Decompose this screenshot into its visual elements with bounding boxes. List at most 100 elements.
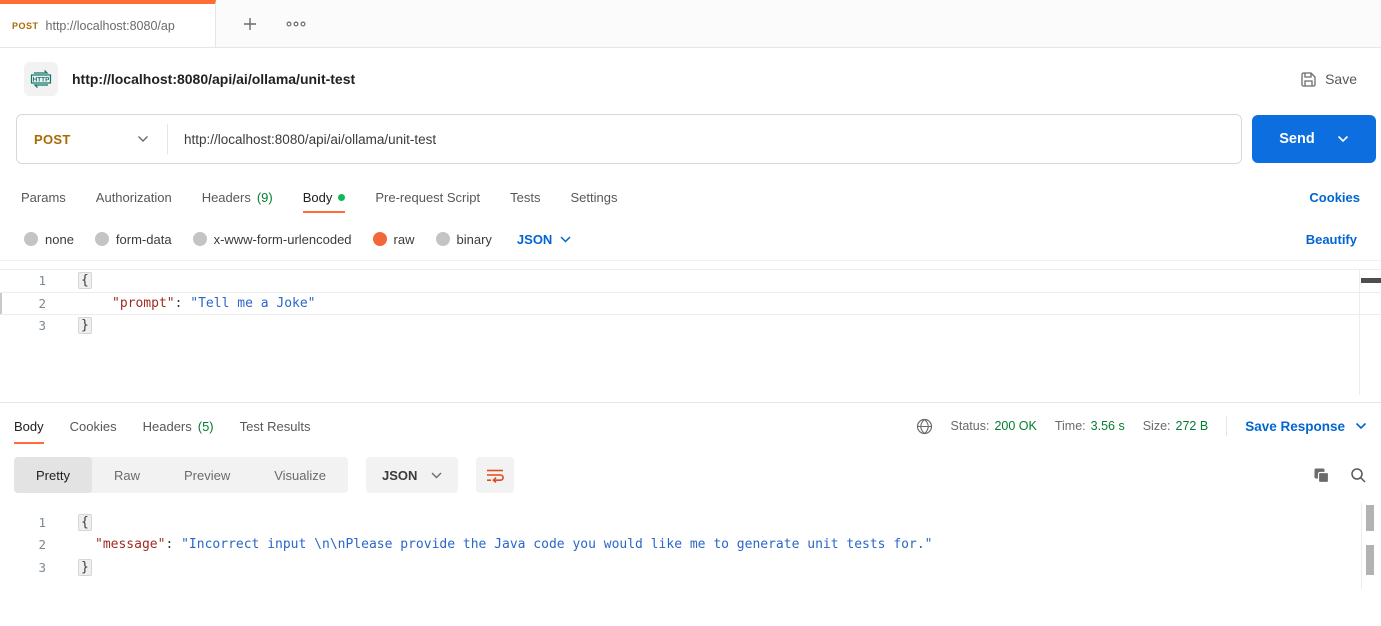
save-icon <box>1300 71 1317 88</box>
radio-icon <box>94 232 109 246</box>
save-label: Save <box>1325 71 1357 87</box>
body-type-row: none form-data x-www-form-urlencoded raw… <box>0 218 1381 260</box>
scrollbar-thumb[interactable] <box>1366 545 1374 575</box>
status-value: 200 OK <box>994 419 1037 433</box>
copy-response-button[interactable] <box>1313 467 1330 484</box>
line-number: 1 <box>38 514 46 530</box>
tab-pre-request-script[interactable]: Pre-request Script <box>375 176 480 218</box>
status-pair: Status: 200 OK <box>951 419 1037 433</box>
body-type-x-www-form-urlencoded[interactable]: x-www-form-urlencoded <box>192 232 352 247</box>
open-brace: { <box>78 513 92 531</box>
response-header: Body Cookies Headers (5) Test Results Sta… <box>0 403 1381 449</box>
http-request-icon: HTTP <box>24 62 58 96</box>
cookies-link[interactable]: Cookies <box>1309 176 1360 218</box>
request-body-editor[interactable]: 1 { 2 "prompt": "Tell me a Joke" 3 } <box>0 260 1381 402</box>
code-line: 1 { <box>0 269 1381 292</box>
editor-scrollbar[interactable] <box>1359 270 1381 395</box>
code-line: 2 "prompt": "Tell me a Joke" <box>0 291 1381 315</box>
search-response-button[interactable] <box>1350 467 1367 484</box>
tab-authorization[interactable]: Authorization <box>96 176 172 218</box>
body-type-raw[interactable]: raw <box>372 232 415 247</box>
tab-headers[interactable]: Headers (9) <box>202 176 273 218</box>
body-modified-dot <box>338 193 346 201</box>
view-visualize[interactable]: Visualize <box>252 457 348 493</box>
send-options-chevron-icon[interactable] <box>1337 135 1349 143</box>
code-line: 1 { <box>0 511 1381 534</box>
save-response-button[interactable]: Save Response <box>1245 419 1367 434</box>
request-bar: POST http://localhost:8080/api/ai/ollama… <box>16 114 1242 164</box>
radio-selected-icon <box>372 232 387 246</box>
code-line: 3 } <box>0 314 1381 337</box>
body-type-form-data[interactable]: form-data <box>94 232 172 247</box>
more-icon <box>286 21 306 27</box>
time-label: Time: <box>1054 419 1086 433</box>
request-title-row: HTTP http://localhost:8080/api/ai/ollama… <box>0 48 1381 110</box>
size-value: 272 B <box>1175 419 1209 433</box>
save-button[interactable]: Save <box>1300 71 1357 88</box>
send-button[interactable]: Send <box>1252 115 1376 163</box>
response-language-select[interactable]: JSON <box>366 457 459 493</box>
chevron-down-icon <box>1355 422 1367 430</box>
chevron-down-icon <box>560 235 571 243</box>
search-icon <box>1350 467 1367 484</box>
radio-icon <box>192 232 207 246</box>
line-number: 3 <box>38 559 46 575</box>
tab-settings[interactable]: Settings <box>570 176 617 218</box>
response-scrollbar[interactable] <box>1361 503 1374 589</box>
view-preview[interactable]: Preview <box>162 457 252 493</box>
close-brace: } <box>78 317 92 335</box>
view-pretty[interactable]: Pretty <box>14 457 92 493</box>
headers-count-badge: (9) <box>256 189 273 205</box>
network-globe-icon[interactable] <box>916 418 933 435</box>
body-type-binary[interactable]: binary <box>435 232 492 247</box>
tab-url-label: http://localhost:8080/ap <box>45 18 175 33</box>
view-raw[interactable]: Raw <box>92 457 162 493</box>
code-line: 2 "message": "Incorrect input \n\nPlease… <box>0 534 1381 557</box>
tab-body[interactable]: Body <box>302 176 346 218</box>
request-tabs: Params Authorization Headers (9) Body Pre… <box>0 176 1381 218</box>
wrap-line-icon <box>486 468 505 483</box>
new-tab-button[interactable] <box>242 16 258 32</box>
response-tab-body[interactable]: Body <box>14 403 44 449</box>
scrollbar-thumb[interactable] <box>1361 278 1381 283</box>
time-value: 3.56 s <box>1090 419 1125 433</box>
wrap-line-button[interactable] <box>476 457 515 493</box>
send-label: Send <box>1279 131 1315 147</box>
response-tab-headers[interactable]: Headers (5) <box>143 403 214 449</box>
tab-tests[interactable]: Tests <box>510 176 540 218</box>
status-label: Status: <box>950 419 990 433</box>
line-number: 3 <box>38 318 46 334</box>
scrollbar-thumb[interactable] <box>1366 505 1374 531</box>
meta-divider <box>1226 416 1228 436</box>
url-input[interactable]: http://localhost:8080/api/ai/ollama/unit… <box>168 132 436 147</box>
response-toolbar: Pretty Raw Preview Visualize JSON <box>0 449 1381 501</box>
copy-icon <box>1313 467 1330 484</box>
method-select[interactable]: POST <box>17 132 167 147</box>
time-pair: Time: 3.56 s <box>1055 419 1125 433</box>
response-view-switch: Pretty Raw Preview Visualize <box>14 457 349 493</box>
chevron-down-icon <box>431 472 442 479</box>
size-pair: Size: 272 B <box>1143 419 1208 433</box>
request-tab[interactable]: POST http://localhost:8080/ap <box>0 0 216 47</box>
tab-strip: POST http://localhost:8080/ap <box>0 0 1381 48</box>
line-number: 2 <box>38 295 46 311</box>
size-label: Size: <box>1142 419 1171 433</box>
tab-options-button[interactable] <box>286 21 306 27</box>
tab-method-label: POST <box>12 20 39 31</box>
response-body-editor[interactable]: 1 { 2 "message": "Incorrect input \n\nPl… <box>0 501 1381 591</box>
code-line: 3 } <box>0 556 1381 579</box>
chevron-down-icon <box>137 135 149 143</box>
response-headers-count-badge: (5) <box>197 418 214 434</box>
beautify-link[interactable]: Beautify <box>1306 232 1357 247</box>
close-brace: } <box>78 558 92 576</box>
response-tab-test-results[interactable]: Test Results <box>240 403 311 449</box>
response-tab-cookies[interactable]: Cookies <box>70 403 117 449</box>
response-meta: Status: 200 OK Time: 3.56 s Size: 272 B … <box>916 403 1367 449</box>
body-language-select[interactable]: JSON <box>517 232 571 247</box>
method-label: POST <box>34 131 71 147</box>
open-brace: { <box>78 272 92 290</box>
svg-text:HTTP: HTTP <box>33 77 50 84</box>
body-type-none[interactable]: none <box>24 232 74 247</box>
plus-icon <box>242 16 258 32</box>
tab-params[interactable]: Params <box>21 176 66 218</box>
